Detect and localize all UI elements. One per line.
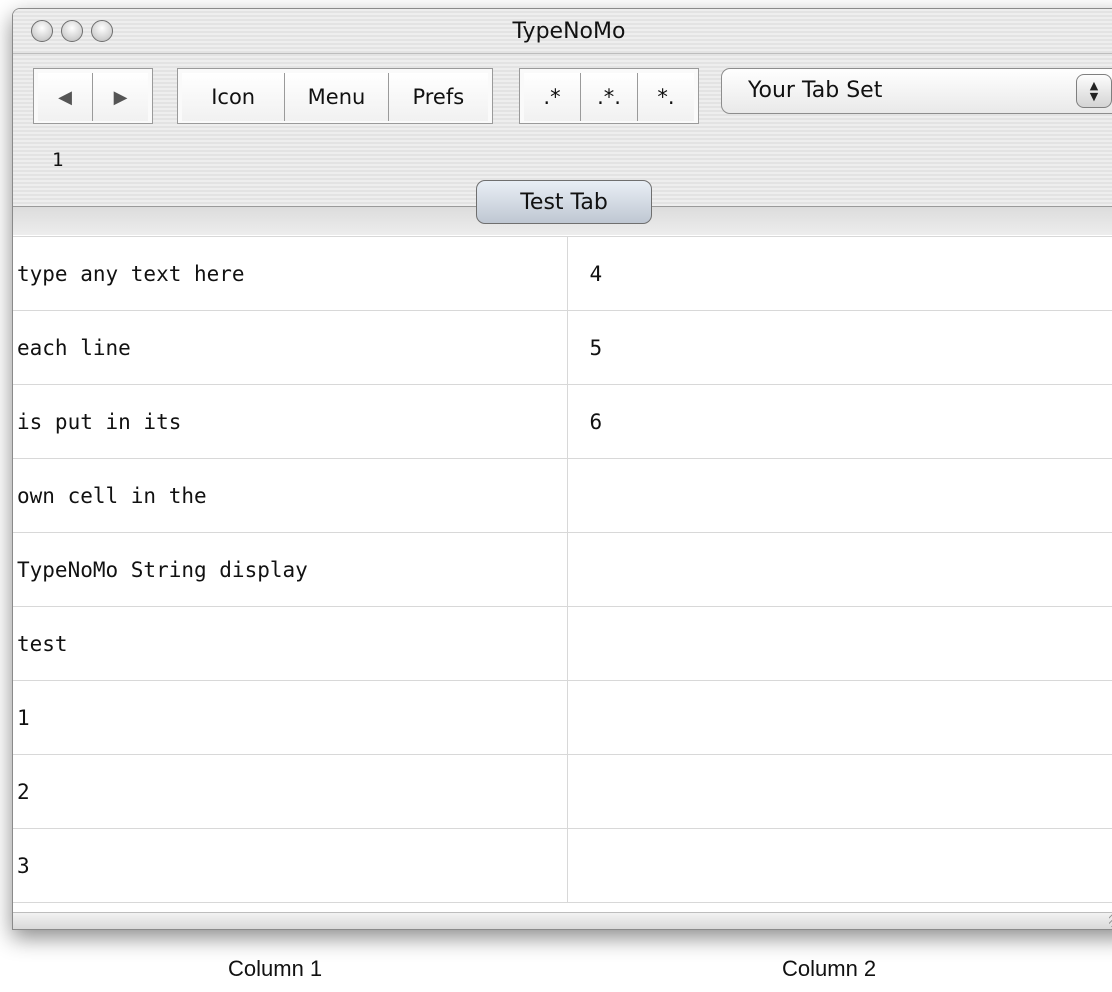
string-display-table: type any text here 4 each line 5 is put in i… <box>13 236 1112 903</box>
cell-column-2[interactable] <box>567 606 1112 681</box>
pattern-button-1[interactable]: .* <box>524 73 581 121</box>
counter-value: 1 <box>52 149 64 171</box>
cell-column-1[interactable]: 3 <box>13 828 568 903</box>
column-1-caption: Column 1 <box>228 956 323 981</box>
cell-column-2[interactable] <box>567 828 1112 903</box>
cell-column-2[interactable] <box>567 532 1112 607</box>
cell-column-1[interactable]: 1 <box>13 680 568 755</box>
icon-button[interactable]: Icon <box>182 73 286 121</box>
nav-button-group: ◀ ▶ <box>33 68 153 124</box>
table-row: each line 5 <box>13 310 1112 385</box>
popup-arrows-icon: ▲ ▼ <box>1076 74 1112 108</box>
cell-column-1[interactable]: is put in its <box>13 384 568 459</box>
left-arrow-icon: ◀ <box>58 86 72 108</box>
title-bar[interactable]: TypeNoMo <box>13 9 1112 54</box>
cell-column-2[interactable] <box>567 680 1112 755</box>
right-arrow-icon: ▶ <box>113 86 128 108</box>
table-row: 2 <box>13 754 1112 829</box>
cell-column-1[interactable]: each line <box>13 310 568 385</box>
prefs-button[interactable]: Prefs <box>388 73 488 121</box>
pattern-button-3[interactable]: *. <box>638 73 694 121</box>
column-2-caption: Column 2 <box>782 956 877 981</box>
table-row: TypeNoMo String display <box>13 532 1112 607</box>
back-button[interactable]: ◀ <box>38 73 94 121</box>
cell-column-2[interactable]: 5 <box>567 310 1112 385</box>
cell-column-2[interactable]: 6 <box>567 384 1112 459</box>
table-row: own cell in the <box>13 458 1112 533</box>
app-window: TypeNoMo ◀ ▶ Icon Menu Prefs .* .*. *. Y… <box>12 8 1112 930</box>
pattern-button-group: .* .*. *. <box>519 68 699 124</box>
tab-set-selected-value: Your Tab Set <box>748 78 883 103</box>
table-row: type any text here 4 <box>13 236 1112 311</box>
cell-column-1[interactable]: own cell in the <box>13 458 568 533</box>
window-bottom-bar <box>13 912 1112 929</box>
cell-column-2[interactable] <box>567 754 1112 829</box>
menu-button[interactable]: Menu <box>285 73 389 121</box>
table-row: 3 <box>13 828 1112 903</box>
tab-set-popup[interactable]: Your Tab Set ▲ ▼ <box>721 68 1112 114</box>
cell-column-1[interactable]: TypeNoMo String display <box>13 532 568 607</box>
view-button-group: Icon Menu Prefs <box>177 68 493 124</box>
forward-button[interactable]: ▶ <box>93 73 148 121</box>
tab-test[interactable]: Test Tab <box>476 180 652 224</box>
table-row: is put in its 6 <box>13 384 1112 459</box>
cell-column-1[interactable]: test <box>13 606 568 681</box>
cell-column-1[interactable]: 2 <box>13 754 568 829</box>
table-row: 1 <box>13 680 1112 755</box>
cell-column-2[interactable]: 4 <box>567 236 1112 311</box>
cell-column-1[interactable]: type any text here <box>13 236 568 311</box>
window-title: TypeNoMo <box>512 19 626 44</box>
table-row: test <box>13 606 1112 681</box>
cell-column-2[interactable] <box>567 458 1112 533</box>
pattern-button-2[interactable]: .*. <box>581 73 638 121</box>
